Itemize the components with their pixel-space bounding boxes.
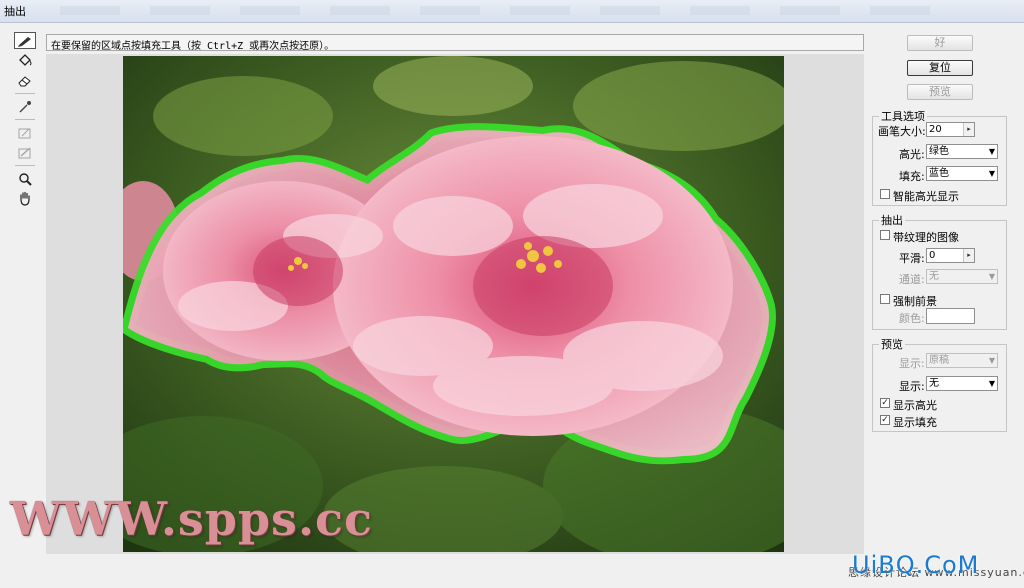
reset-button[interactable]: 复位 bbox=[907, 60, 973, 76]
paint-bucket-icon bbox=[19, 53, 32, 66]
hand-icon bbox=[20, 191, 30, 206]
channel-value: 无 bbox=[929, 271, 939, 282]
site-logo: UiBQ.CoM bbox=[852, 551, 980, 579]
highlight-value: 绿色 bbox=[929, 146, 949, 157]
brush-size-label: 画笔大小: bbox=[878, 125, 926, 138]
channel-select[interactable]: 无 ▼ bbox=[926, 269, 998, 284]
chevron-down-icon: ▼ bbox=[988, 356, 995, 365]
show-fill-label: 显示填充 bbox=[893, 416, 937, 429]
cleanup-tool[interactable] bbox=[14, 124, 36, 141]
highlight-label: 高光: bbox=[899, 148, 925, 161]
eyedropper-tool[interactable] bbox=[14, 98, 36, 115]
fill-tool[interactable] bbox=[14, 52, 36, 69]
brush-size-value: 20 bbox=[929, 124, 942, 135]
pencil-icon bbox=[18, 36, 31, 47]
show-value-1: 原稿 bbox=[929, 355, 949, 366]
show-fill-checkbox[interactable] bbox=[880, 415, 890, 425]
show-select-1[interactable]: 原稿 ▼ bbox=[926, 353, 998, 368]
tool-options-legend: 工具选项 bbox=[881, 110, 925, 123]
show-highlight-checkbox[interactable] bbox=[880, 398, 890, 408]
color-label: 颜色: bbox=[899, 312, 925, 325]
flower-photo bbox=[123, 56, 784, 552]
extraction-legend: 抽出 bbox=[881, 214, 903, 227]
show-value-2: 无 bbox=[929, 378, 939, 389]
smooth-field[interactable]: 0 ▸ bbox=[926, 248, 975, 263]
force-foreground-checkbox[interactable] bbox=[880, 294, 890, 304]
toolbox-separator bbox=[15, 93, 35, 94]
fill-select[interactable]: 蓝色 ▼ bbox=[926, 166, 998, 181]
cleanup-icon bbox=[18, 128, 31, 138]
chevron-down-icon: ▼ bbox=[988, 379, 995, 388]
preview-button[interactable]: 预览 bbox=[907, 84, 973, 100]
textured-image-checkbox[interactable] bbox=[880, 230, 890, 240]
smart-highlight-checkbox[interactable] bbox=[880, 189, 890, 199]
brush-size-field[interactable]: 20 ▸ bbox=[926, 122, 975, 137]
fill-value: 蓝色 bbox=[929, 168, 949, 179]
hand-tool[interactable] bbox=[14, 190, 36, 207]
arrow-right-icon[interactable]: ▸ bbox=[963, 249, 974, 262]
title-bar: 抽出 bbox=[0, 0, 1024, 23]
edge-touchup-tool[interactable] bbox=[14, 144, 36, 161]
eraser-icon bbox=[18, 75, 31, 86]
force-foreground-label: 强制前景 bbox=[893, 295, 937, 308]
magnifier-icon bbox=[19, 172, 32, 186]
eraser-tool[interactable] bbox=[14, 72, 36, 89]
eyedropper-icon bbox=[19, 100, 31, 112]
toolbox bbox=[12, 32, 38, 210]
ok-button[interactable]: 好 bbox=[907, 35, 973, 51]
preview-canvas[interactable] bbox=[46, 54, 864, 554]
chevron-down-icon: ▼ bbox=[988, 169, 995, 178]
smart-highlight-label: 智能高光显示 bbox=[893, 190, 959, 203]
channel-label: 通道: bbox=[899, 273, 925, 286]
show-highlight-label: 显示高光 bbox=[893, 399, 937, 412]
smooth-value: 0 bbox=[929, 250, 936, 261]
smooth-label: 平滑: bbox=[899, 252, 925, 265]
toolbox-separator bbox=[15, 119, 35, 120]
preview-legend: 预览 bbox=[881, 338, 903, 351]
zoom-tool[interactable] bbox=[14, 170, 36, 187]
edge-highlighter-tool[interactable] bbox=[14, 32, 36, 49]
watermark-text: WWW.spps.cc bbox=[10, 492, 373, 546]
chevron-down-icon: ▼ bbox=[988, 147, 995, 156]
window-title: 抽出 bbox=[4, 5, 26, 18]
arrow-right-icon[interactable]: ▸ bbox=[963, 123, 974, 136]
instruction-hint: 在要保留的区域点按填充工具（按 Ctrl+Z 或再次点按还原）。 bbox=[46, 34, 864, 51]
touchup-icon bbox=[18, 146, 31, 158]
show-label-1: 显示: bbox=[899, 357, 925, 370]
chevron-down-icon: ▼ bbox=[988, 272, 995, 281]
background-app-menu bbox=[60, 6, 960, 15]
highlight-select[interactable]: 绿色 ▼ bbox=[926, 144, 998, 159]
fill-label: 填充: bbox=[899, 170, 925, 183]
show-label-2: 显示: bbox=[899, 380, 925, 393]
show-select-2[interactable]: 无 ▼ bbox=[926, 376, 998, 391]
color-swatch[interactable] bbox=[926, 308, 975, 324]
toolbox-separator bbox=[15, 165, 35, 166]
textured-image-label: 带纹理的图像 bbox=[893, 231, 959, 244]
